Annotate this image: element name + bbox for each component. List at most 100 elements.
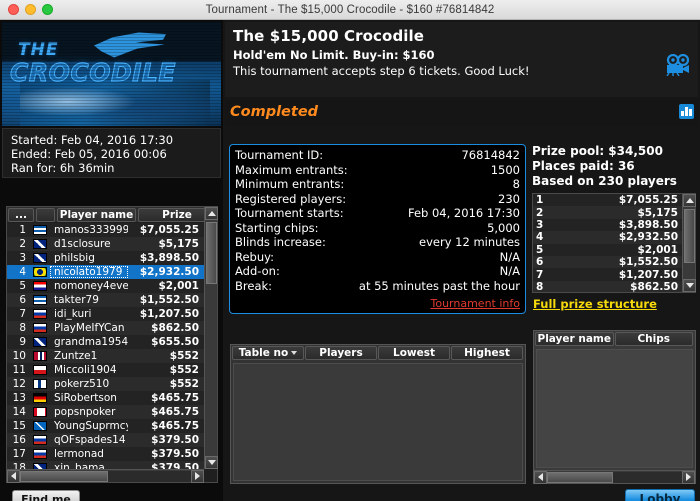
info-row-value: 230 xyxy=(498,191,520,206)
lobby-button[interactable]: Lobby xyxy=(625,489,695,501)
prize-row[interactable]: 3 $3,898.50 xyxy=(533,219,682,231)
chips-horizontal-scrollbar[interactable] xyxy=(534,470,695,484)
info-row: Minimum entrants: 8 xyxy=(235,177,520,192)
player-flag xyxy=(30,407,50,417)
player-row[interactable]: 18 xin_bama $379.50 xyxy=(7,461,204,469)
prize-scroll-thumb[interactable] xyxy=(684,209,695,263)
player-rank: 12 xyxy=(12,378,26,390)
player-row[interactable]: 13 SiRobertson $465.75 xyxy=(7,391,204,405)
bar-chart-icon[interactable] xyxy=(679,104,694,119)
tables-list[interactable] xyxy=(233,363,523,481)
scroll-up-arrow-icon[interactable] xyxy=(205,207,218,220)
chips-column-chips[interactable]: Chips xyxy=(614,332,693,346)
ran-for-duration: Ran for: 6h 36min xyxy=(11,161,115,175)
prize-place: 3 xyxy=(536,218,544,231)
players-horizontal-scrollbar[interactable] xyxy=(7,469,204,483)
player-row[interactable]: 15 YoungSuprmcy $465.75 xyxy=(7,419,204,433)
scroll-left-arrow-icon[interactable] xyxy=(7,469,20,483)
scroll-down-arrow-icon[interactable] xyxy=(205,456,218,469)
player-row[interactable]: 2 d1sclosure $5,175 xyxy=(7,237,204,251)
players-header-row: ... Player name Prize xyxy=(7,207,217,222)
russia-flag xyxy=(33,449,47,459)
status-strip: Completed xyxy=(225,100,698,126)
tables-panel: Table no Players Lowest Highest xyxy=(230,344,526,484)
player-row[interactable]: 8 PlayMeIfYCan $862.50 xyxy=(7,321,204,335)
player-row[interactable]: 11 Miccoli1904 $552 xyxy=(7,363,204,377)
player-row[interactable]: 3 philsbig $3,898.50 xyxy=(7,251,204,265)
prize-scroll-up-arrow-icon[interactable] xyxy=(683,194,696,207)
prize-amount: $2,001 xyxy=(637,243,678,256)
players-hscroll-thumb[interactable] xyxy=(20,470,108,482)
player-row[interactable]: 16 qOFspades14 $379.50 xyxy=(7,433,204,447)
player-prize: $552 xyxy=(169,378,199,390)
chips-column-player-name[interactable]: Player name xyxy=(535,332,614,346)
player-flag xyxy=(30,351,50,361)
player-row[interactable]: 4 nicolato1979 $2,932.50 xyxy=(7,265,204,279)
player-row[interactable]: 12 pokerz510 $552 xyxy=(7,377,204,391)
prize-row[interactable]: 2 $5,175 xyxy=(533,206,682,219)
chips-scroll-right-arrow-icon[interactable] xyxy=(682,470,695,484)
player-rank: 3 xyxy=(19,252,26,264)
player-row[interactable]: 10 Zuntze1 $552 xyxy=(7,349,204,363)
player-row[interactable]: 14 popsnpoker $465.75 xyxy=(7,405,204,419)
tournament-info-rows: Tournament ID: 76814842 Maximum entrants: 1… xyxy=(235,148,520,293)
chips-list[interactable] xyxy=(536,349,693,468)
united-kingdom-flag xyxy=(33,253,47,263)
prize-row[interactable]: 6 $1,552.50 xyxy=(533,255,682,269)
players-scroll-thumb[interactable] xyxy=(206,222,217,284)
find-me-button[interactable]: Find me xyxy=(12,490,80,501)
player-prize: $3,898.50 xyxy=(139,252,199,264)
player-row[interactable]: 7 idi_kuri $1,207.50 xyxy=(7,307,204,321)
started-time: Started: Feb 04, 2016 17:30 xyxy=(11,133,174,147)
player-row[interactable]: 17 lermonad $379.50 xyxy=(7,447,204,461)
tables-column-lowest[interactable]: Lowest xyxy=(378,346,450,360)
tables-column-players[interactable]: Players xyxy=(305,346,377,360)
player-flag xyxy=(30,379,50,389)
prize-row[interactable]: 4 $2,932.50 xyxy=(533,231,682,244)
info-row: Tournament ID: 76814842 xyxy=(235,148,520,163)
tables-column-highest[interactable]: Highest xyxy=(451,346,523,360)
player-row[interactable]: 9 grandma1954 $655.50 xyxy=(7,335,204,349)
players-column-name[interactable]: Player name xyxy=(57,208,136,222)
info-row-value: N/A xyxy=(499,249,520,264)
player-flag xyxy=(30,323,50,333)
tournament-header: The $15,000 Crocodile Hold'em No Limit. … xyxy=(225,22,698,97)
tables-column-table-no[interactable]: Table no xyxy=(232,346,304,360)
full-prize-structure-link[interactable]: Full prize structure xyxy=(533,297,657,311)
info-row-key: Tournament starts: xyxy=(235,206,344,220)
players-column-flag[interactable] xyxy=(36,208,55,222)
player-name: lermonad xyxy=(54,448,104,460)
player-name: nomoney4ever xyxy=(54,280,128,292)
prize-scroll-down-arrow-icon[interactable] xyxy=(683,279,696,292)
prize-row[interactable]: 1 $7,055.25 xyxy=(533,194,682,206)
tournament-info-link[interactable]: Tournament info xyxy=(235,297,521,310)
info-row: Break: at 55 minutes past the hour xyxy=(235,279,520,294)
player-row[interactable]: 6 takter79 $1,552.50 xyxy=(7,293,204,307)
prize-row[interactable]: 7 $1,207.50 xyxy=(533,268,682,281)
chips-scroll-left-arrow-icon[interactable] xyxy=(534,470,547,484)
players-list[interactable]: 1 manos333999 $7,055.25 2 d1sclosure $5,175 3 p… xyxy=(7,223,204,469)
info-row: Tournament starts: Feb 04, 2016 17:30 xyxy=(235,206,520,221)
tournament-info-box: Tournament ID: 76814842 Maximum entrants: 1… xyxy=(229,144,526,314)
players-vertical-scrollbar[interactable] xyxy=(204,207,218,469)
chips-hscroll-thumb[interactable] xyxy=(547,471,613,483)
prize-amount: $2,932.50 xyxy=(618,231,678,244)
player-row[interactable]: 1 manos333999 $7,055.25 xyxy=(7,223,204,237)
info-row-key: Tournament ID: xyxy=(235,148,324,162)
window-titlebar: Tournament - The $15,000 Crocodile - $16… xyxy=(0,0,700,20)
players-column-ellipsis[interactable]: ... xyxy=(8,208,34,222)
player-rank: 18 xyxy=(12,462,26,469)
player-name: philsbig xyxy=(54,252,95,264)
player-flag xyxy=(30,337,50,347)
player-row[interactable]: 5 nomoney4ever $2,001 xyxy=(7,279,204,293)
prize-row[interactable]: 8 $862.50 xyxy=(533,280,682,292)
info-row-value: 5,000 xyxy=(487,220,520,235)
prize-vertical-scrollbar[interactable] xyxy=(682,194,696,292)
info-row-value: Feb 04, 2016 17:30 xyxy=(407,206,520,220)
player-prize: $7,055.25 xyxy=(139,224,199,236)
prize-structure-list[interactable]: 1 $7,055.25 2 $5,175 3 $3,898.50 4 $2,932.50 5 $2… xyxy=(533,194,682,292)
video-camera-icon[interactable] xyxy=(664,54,690,76)
prize-row[interactable]: 5 $2,001 xyxy=(533,244,682,256)
scroll-right-arrow-icon[interactable] xyxy=(191,469,204,483)
russia-flag xyxy=(33,323,47,333)
